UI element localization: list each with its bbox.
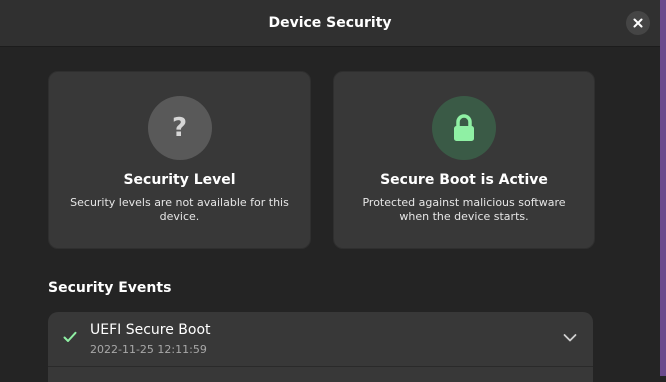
close-icon [633,18,643,28]
event-timestamp: 2022-11-25 12:11:59 [90,343,207,356]
device-security-dialog: Device Security ? Security Level Securit… [0,0,660,382]
security-level-description: Security levels are not available for th… [70,196,289,223]
list-item[interactable]: UEFI Secure Boot 2022-11-25 12:11:59 [48,312,593,367]
secure-boot-description: Protected against malicious software whe… [362,196,566,223]
lock-icon [454,114,474,141]
security-level-card: ? Security Level Security levels are not… [48,71,311,249]
security-events-list: UEFI Secure Boot 2022-11-25 12:11:59 [48,312,593,382]
close-button[interactable] [626,11,650,35]
header-bar: Device Security [0,0,660,47]
security-level-title: Security Level [123,172,236,188]
desktop-background-edge [660,0,666,376]
security-level-icon-circle: ? [147,96,212,160]
secure-boot-icon-circle [432,96,496,160]
check-icon [63,331,77,342]
event-title: UEFI Secure Boot [90,322,211,338]
question-mark-icon: ? [171,113,188,143]
window-title: Device Security [268,15,392,31]
security-events-heading: Security Events [48,280,172,296]
secure-boot-title: Secure Boot is Active [380,172,548,188]
secure-boot-card: Secure Boot is Active Protected against … [333,71,595,249]
chevron-down-icon[interactable] [563,333,577,343]
